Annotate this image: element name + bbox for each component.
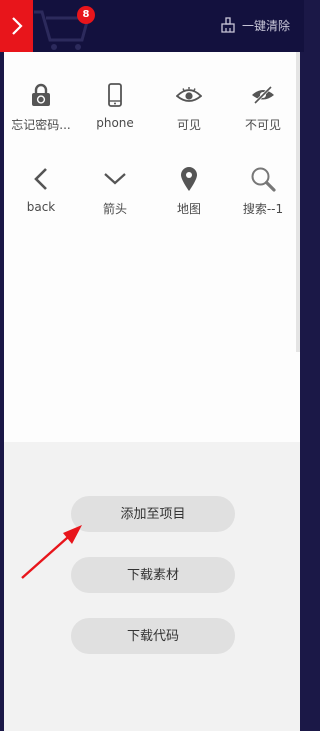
- download-assets-button[interactable]: 下载素材: [71, 557, 235, 593]
- pointer-arrow-icon: [21, 525, 82, 579]
- icon-item-arrow[interactable]: 箭头: [78, 166, 152, 220]
- icon-label: 忘记密码...: [11, 118, 71, 132]
- icon-label: 搜索--1: [242, 202, 284, 216]
- search-icon: [251, 167, 276, 192]
- icon-item-phone[interactable]: phone: [78, 82, 152, 136]
- cart-count-badge: 8: [77, 6, 95, 24]
- icon-item-forgot-password[interactable]: 忘记密码...: [4, 82, 78, 136]
- lock-refresh-icon: [32, 83, 50, 106]
- clear-all-button[interactable]: 一键清除: [220, 14, 290, 36]
- icon-label: 不可见: [244, 118, 281, 132]
- clear-all-label: 一键清除: [241, 18, 290, 33]
- broom-icon: [221, 17, 235, 33]
- add-to-project-button[interactable]: 添加至项目: [71, 496, 235, 532]
- icon-list-area: 忘记密码... phone 可见 不可见 back 箭头 地图 搜索--1: [4, 52, 300, 442]
- icon-label: 地图: [176, 202, 201, 216]
- eye-slash-icon: [252, 85, 274, 105]
- icon-label: phone: [96, 116, 134, 130]
- icon-item-map[interactable]: 地图: [152, 166, 226, 220]
- expand-toggle-button[interactable]: [0, 0, 33, 52]
- download-code-button[interactable]: 下载代码: [71, 618, 235, 654]
- icon-item-invisible[interactable]: 不可见: [226, 82, 300, 136]
- icon-item-search[interactable]: 搜索--1: [226, 166, 300, 220]
- icon-item-visible[interactable]: 可见: [152, 82, 226, 136]
- phone-icon: [108, 83, 122, 107]
- top-bar: 8 一键清除: [0, 0, 304, 52]
- icon-item-back[interactable]: back: [4, 166, 78, 220]
- chevron-left-icon: [34, 168, 47, 190]
- icon-grid: 忘记密码... phone 可见 不可见 back 箭头 地图 搜索--1: [4, 82, 300, 220]
- icon-label: back: [26, 200, 56, 214]
- app-frame: 8 一键清除 忘记密码... phone 可见 不可见 back 箭头 地图 搜…: [0, 0, 304, 731]
- chevron-right-icon: [11, 17, 23, 35]
- map-pin-icon: [181, 167, 197, 191]
- chevron-down-icon: [104, 173, 126, 185]
- project-panel: 忘记密码... phone 可见 不可见 back 箭头 地图 搜索--1 添加…: [4, 52, 300, 731]
- icon-label: 可见: [176, 118, 201, 132]
- eye-icon: [176, 87, 202, 102]
- icon-label: 箭头: [102, 202, 127, 216]
